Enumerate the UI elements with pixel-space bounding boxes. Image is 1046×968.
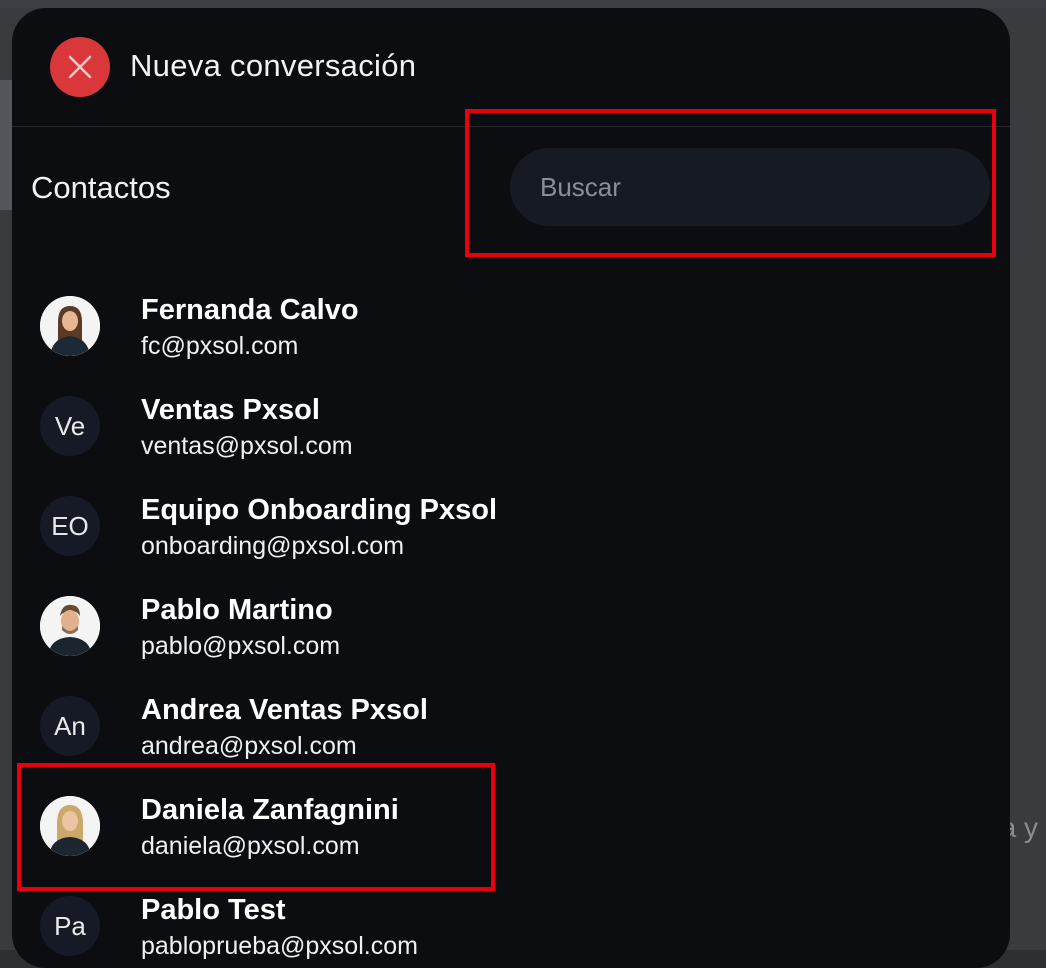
contact-name: Pablo Test — [141, 894, 286, 926]
contact-email: pablo@pxsol.com — [141, 632, 341, 660]
close-button[interactable] — [50, 37, 110, 97]
contact-name: Pablo Martino — [141, 594, 333, 626]
contact-name: Equipo Onboarding Pxsol — [141, 494, 498, 526]
background-top-bar — [0, 0, 1046, 8]
contact-name: Daniela Zanfagnini — [141, 794, 399, 826]
contact-name: Andrea Ventas Pxsol — [141, 694, 428, 726]
background-left-panel — [0, 80, 12, 210]
avatar: An — [40, 696, 100, 756]
contact-email: ventas@pxsol.com — [141, 432, 353, 460]
avatar: EO — [40, 496, 100, 556]
contacts-heading: Contactos — [31, 170, 171, 205]
avatar — [40, 796, 100, 856]
contact-item[interactable]: Pablo Martino pablo@pxsol.com — [12, 570, 1010, 670]
contact-list: Fernanda Calvo fc@pxsol.com Ve Ventas Px… — [12, 270, 1010, 968]
contact-name: Fernanda Calvo — [141, 294, 359, 326]
contact-item[interactable]: Fernanda Calvo fc@pxsol.com — [12, 270, 1010, 370]
avatar: Ve — [40, 396, 100, 456]
contact-name: Ventas Pxsol — [141, 394, 320, 426]
contact-email: fc@pxsol.com — [141, 332, 299, 360]
person-photo-icon — [40, 596, 100, 656]
contact-item[interactable]: EO Equipo Onboarding Pxsol onboarding@px… — [12, 470, 1010, 570]
avatar — [40, 596, 100, 656]
search-input[interactable] — [510, 148, 990, 226]
contact-item[interactable]: Daniela Zanfagnini daniela@pxsol.com — [12, 770, 1010, 870]
contact-item[interactable]: Pa Pablo Test pabloprueba@pxsol.com — [12, 870, 1010, 968]
avatar: Pa — [40, 896, 100, 956]
new-conversation-panel: Nueva conversación Contactos Fernanda Ca… — [12, 8, 1010, 968]
contact-email: daniela@pxsol.com — [141, 832, 360, 860]
person-photo-icon — [40, 796, 100, 856]
contact-item[interactable]: Ve Ventas Pxsol ventas@pxsol.com — [12, 370, 1010, 470]
panel-header: Nueva conversación — [12, 8, 1010, 127]
contact-item[interactable]: An Andrea Ventas Pxsol andrea@pxsol.com — [12, 670, 1010, 770]
contact-email: pabloprueba@pxsol.com — [141, 932, 418, 960]
contact-email: andrea@pxsol.com — [141, 732, 357, 760]
avatar — [40, 296, 100, 356]
person-photo-icon — [40, 296, 100, 356]
contact-email: onboarding@pxsol.com — [141, 532, 405, 560]
close-icon — [68, 55, 92, 79]
panel-title: Nueva conversación — [130, 48, 417, 83]
